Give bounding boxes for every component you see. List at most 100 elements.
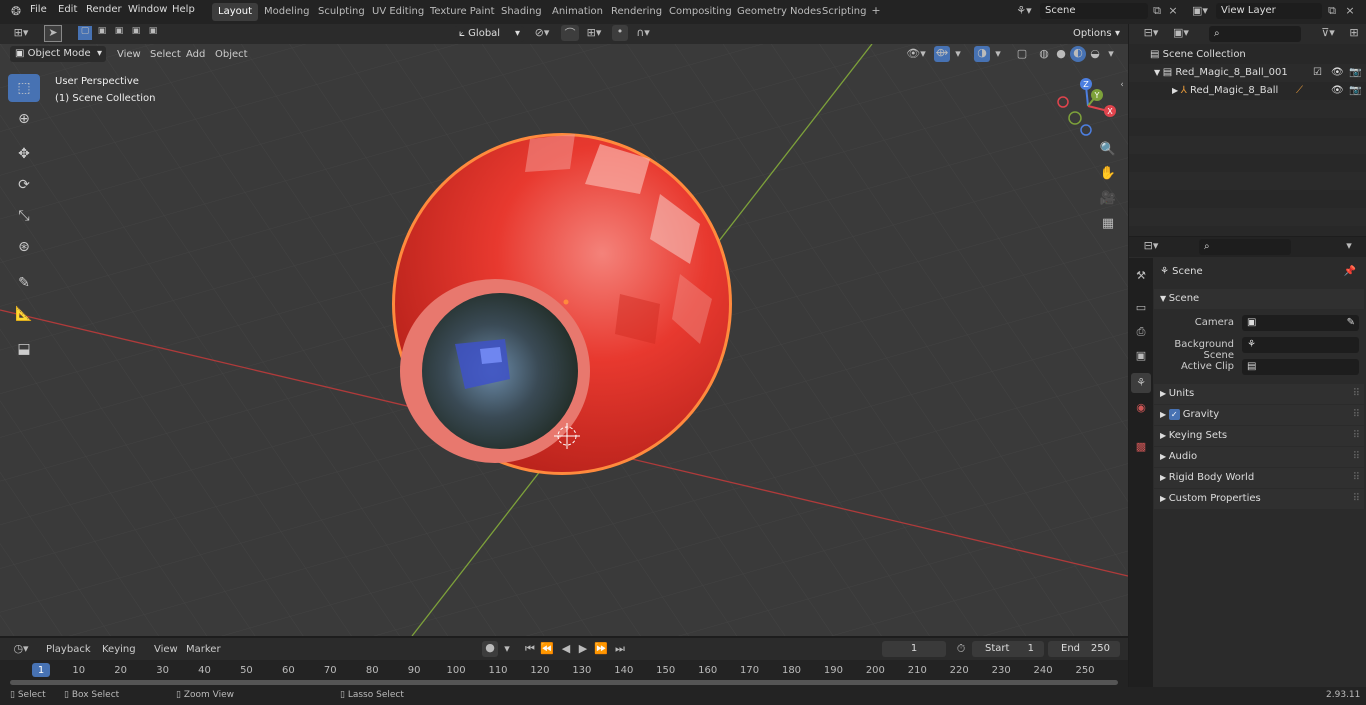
keyframe-type-icon[interactable]: ▾: [502, 642, 512, 655]
scene-name-field[interactable]: Scene: [1040, 3, 1148, 19]
tab-scripting[interactable]: Scripting: [816, 3, 872, 21]
camera-render-icon[interactable]: 📷: [1349, 82, 1361, 100]
camera-view-icon[interactable]: 🎥: [1098, 191, 1118, 211]
texture-tab-icon[interactable]: ▩: [1131, 437, 1151, 457]
timeline-editor-icon[interactable]: ◷▾: [8, 642, 34, 655]
view-layer-icon[interactable]: ▣▾: [1190, 4, 1210, 17]
snap-target-icon[interactable]: ⊞▾: [582, 26, 606, 39]
filter-icon[interactable]: ⊽▾: [1317, 26, 1339, 39]
gizmo-toggle-icon[interactable]: ⟴: [934, 46, 950, 62]
xray-icon[interactable]: ▢: [1014, 47, 1030, 60]
jump-end-icon[interactable]: ⏭: [613, 642, 627, 656]
timeline-menu-view[interactable]: View: [154, 644, 178, 655]
zoom-icon[interactable]: 🔍: [1098, 142, 1118, 162]
options-dropdown[interactable]: Options ▾: [1068, 26, 1124, 42]
display-mode-icon[interactable]: ▣▾: [1169, 26, 1193, 39]
rendered-shading-icon[interactable]: ◒: [1087, 47, 1103, 60]
object-data-icon[interactable]: ⟋: [1296, 82, 1303, 100]
transform-tool[interactable]: ⊛: [8, 233, 40, 261]
visibility-icon[interactable]: 👁▾: [904, 47, 928, 60]
new-scene-icon[interactable]: ⧉: [1150, 4, 1164, 18]
hand-pan-icon[interactable]: ✋: [1098, 166, 1118, 186]
select-tool-icon[interactable]: ➤: [44, 25, 62, 42]
proportional-edit-icon[interactable]: •: [612, 25, 628, 41]
delete-scene-icon[interactable]: ×: [1167, 4, 1179, 17]
add-cube-tool[interactable]: ⬓: [8, 335, 40, 363]
camera-render-icon[interactable]: 📷: [1349, 64, 1361, 82]
panel-gravity[interactable]: ▶ ✓ Gravity ⠿: [1154, 405, 1364, 425]
world-tab-icon[interactable]: ◉: [1131, 398, 1151, 418]
drag-handle-icon[interactable]: ⠿: [1353, 384, 1360, 404]
checkbox-icon[interactable]: ☑: [1313, 64, 1322, 82]
eye-icon[interactable]: 👁: [1331, 64, 1344, 82]
select-box-tool[interactable]: ⬚: [8, 74, 40, 102]
select-mode-extend-icon[interactable]: ▣: [95, 26, 109, 36]
view-layer-tab-icon[interactable]: ▣: [1131, 346, 1151, 366]
menu-window[interactable]: Window: [128, 4, 167, 15]
pin-icon[interactable]: 📌: [1344, 262, 1356, 282]
properties-editor-icon[interactable]: ⊟▾: [1138, 239, 1164, 252]
orientation-dropdown[interactable]: ⟀ Global ▾: [454, 26, 524, 42]
outliner-item-ball-001[interactable]: ▼ ▤ Red_Magic_8_Ball_001 ☑ 👁 📷: [1130, 64, 1366, 82]
timeline-scrollbar[interactable]: [10, 680, 1118, 685]
background-scene-field[interactable]: ⚘: [1242, 337, 1359, 353]
current-frame-field[interactable]: 1: [882, 641, 946, 657]
scene-tab-icon[interactable]: ⚘: [1131, 373, 1151, 393]
blender-logo-icon[interactable]: ❂: [8, 4, 24, 18]
sidebar-toggle-icon[interactable]: ‹: [1117, 80, 1127, 90]
tab-layout[interactable]: Layout: [212, 3, 258, 21]
panel-keying-sets[interactable]: ▶ Keying Sets ⠿: [1154, 426, 1364, 446]
viewport-menu-view[interactable]: View: [117, 49, 141, 60]
prev-keyframe-icon[interactable]: ⏪: [540, 642, 554, 655]
gravity-checkbox[interactable]: ✓: [1168, 409, 1180, 420]
editor-type-icon[interactable]: ⊞▾: [8, 26, 34, 39]
scene-panel-header[interactable]: ▼ Scene: [1154, 289, 1364, 309]
solid-shading-icon[interactable]: ●: [1053, 47, 1069, 60]
scene-icon[interactable]: ⚘▾: [1014, 4, 1034, 17]
camera-field[interactable]: ▣ ✎: [1242, 315, 1359, 331]
cursor-tool[interactable]: ⊕: [8, 105, 40, 133]
viewport-menu-object[interactable]: Object: [215, 49, 248, 60]
end-frame-field[interactable]: End 250: [1048, 641, 1120, 657]
timeline-menu-keying[interactable]: Keying: [102, 644, 136, 655]
play-reverse-icon[interactable]: ◀: [559, 642, 573, 655]
timeline-menu-playback[interactable]: Playback: [46, 644, 91, 655]
outliner-scene-collection[interactable]: ▤ Scene Collection: [1130, 46, 1366, 64]
menu-render[interactable]: Render: [86, 4, 122, 15]
active-clip-field[interactable]: ▤: [1242, 359, 1359, 375]
tab-rendering[interactable]: Rendering: [605, 3, 668, 21]
rotate-tool[interactable]: ⟳: [8, 171, 40, 199]
measure-tool[interactable]: 📐: [8, 300, 40, 328]
panel-rigid-body-world[interactable]: ▶ Rigid Body World ⠿: [1154, 468, 1364, 488]
expand-right-icon[interactable]: ▶: [1172, 86, 1181, 95]
view-layer-field[interactable]: View Layer: [1216, 3, 1322, 19]
viewport-menu-select[interactable]: Select: [150, 49, 181, 60]
wireframe-shading-icon[interactable]: ◍: [1036, 47, 1052, 60]
tool-tab-icon[interactable]: ⚒: [1131, 266, 1151, 286]
next-keyframe-icon[interactable]: ⏩: [594, 642, 608, 655]
snap-icon[interactable]: ⌒: [561, 25, 579, 41]
expand-down-icon[interactable]: ▼: [1154, 68, 1163, 77]
magic-8-ball[interactable]: [392, 133, 732, 475]
properties-search-input[interactable]: ⌕: [1199, 239, 1291, 255]
select-mode-difference-icon[interactable]: ▣: [129, 26, 143, 36]
tab-shading[interactable]: Shading: [495, 3, 548, 21]
ortho-toggle-icon[interactable]: ▦: [1098, 216, 1118, 236]
render-tab-icon[interactable]: ▭: [1131, 298, 1151, 318]
panel-custom-properties[interactable]: ▶ Custom Properties ⠿: [1154, 489, 1364, 509]
material-shading-icon[interactable]: ◐: [1070, 46, 1086, 62]
play-icon[interactable]: ▶: [576, 642, 590, 655]
drag-handle-icon[interactable]: ⠿: [1353, 468, 1360, 488]
menu-help[interactable]: Help: [172, 4, 195, 15]
select-mode-subtract-icon[interactable]: ▣: [112, 26, 126, 36]
new-view-layer-icon[interactable]: ⧉: [1325, 4, 1339, 18]
annotate-tool[interactable]: ✎: [8, 269, 40, 297]
drag-handle-icon[interactable]: ⠿: [1353, 447, 1360, 467]
viewport-scene[interactable]: Z Y X: [0, 44, 1128, 636]
gizmo-dropdown-icon[interactable]: ▾: [953, 47, 963, 60]
overlay-dropdown-icon[interactable]: ▾: [993, 47, 1003, 60]
eye-icon[interactable]: 👁: [1331, 82, 1344, 100]
record-icon[interactable]: ●: [482, 641, 498, 657]
outliner-editor-icon[interactable]: ⊟▾: [1139, 26, 1163, 39]
output-tab-icon[interactable]: ⎙: [1131, 322, 1151, 342]
